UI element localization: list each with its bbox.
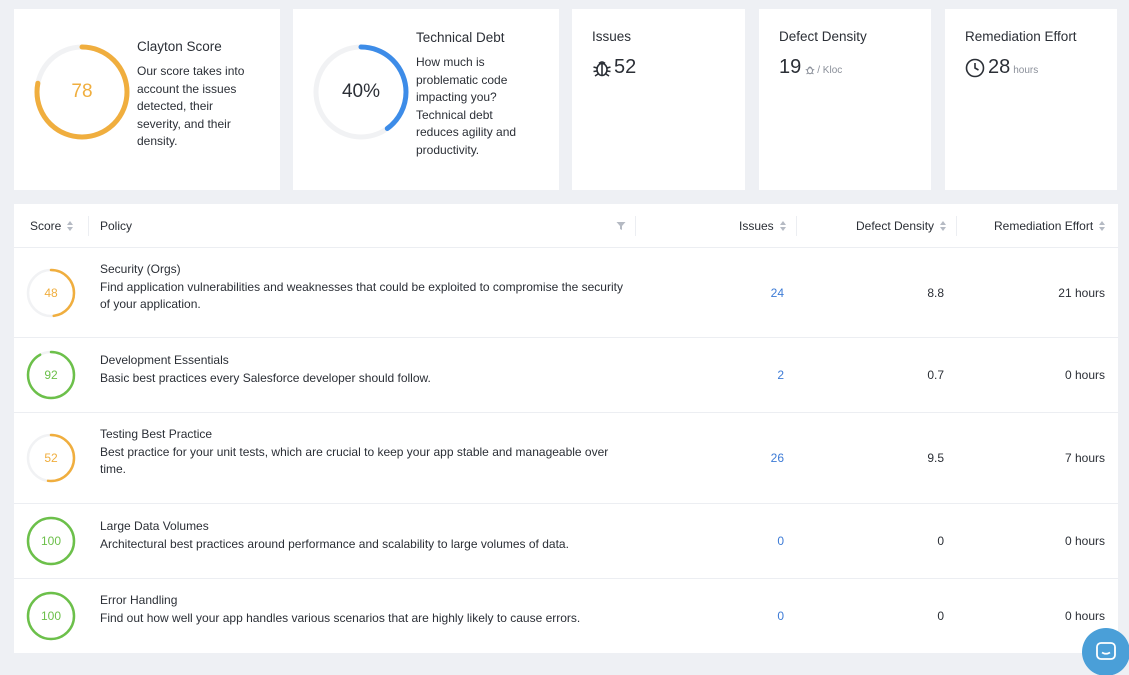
policy-name[interactable]: Testing Best Practice (100, 426, 630, 444)
clayton-score-description: Our score takes into account the issues … (137, 64, 245, 148)
issues-link[interactable]: 0 (777, 609, 784, 623)
issues-link[interactable]: 24 (771, 286, 784, 300)
policy-cell: Error Handling Find out how well your ap… (100, 592, 630, 627)
bug-icon (592, 58, 612, 78)
remediation-effort-cell: 0 hours (1064, 534, 1105, 548)
defect-density-title: Defect Density (779, 29, 867, 44)
column-divider (796, 216, 797, 236)
issues-link[interactable]: 26 (771, 451, 784, 465)
sort-icon[interactable] (67, 221, 74, 231)
issues-cell: 0 (714, 579, 784, 652)
table-header: Score Policy Issues Defect Density Remed… (14, 204, 1118, 248)
issues-value: 52 (614, 56, 637, 78)
policy-cell: Testing Best Practice Best practice for … (100, 426, 630, 479)
remediation-effort-cell: 0 hours (1064, 368, 1105, 382)
defect-density-card: Defect Density 19 / Kloc (759, 9, 931, 190)
score-ring: 92 (26, 350, 76, 400)
policy-cell: Development Essentials Basic best practi… (100, 352, 630, 387)
score-ring: 48 (26, 268, 76, 318)
policy-column-header[interactable]: Policy (100, 204, 132, 248)
policy-name[interactable]: Security (Orgs) (100, 261, 630, 279)
remediation-effort-card: Remediation Effort 28 hours (945, 9, 1117, 190)
clayton-score-ring: 78 (33, 43, 131, 141)
policy-table: Score Policy Issues Defect Density Remed… (14, 204, 1118, 653)
defect-density-cell: 0.7 (927, 368, 944, 382)
score-column-header[interactable]: Score (30, 204, 74, 248)
remediation-effort-title: Remediation Effort (965, 29, 1077, 44)
policy-description: Find out how well your app handles vario… (100, 610, 581, 625)
score-value: 48 (44, 286, 58, 300)
score-value: 52 (44, 451, 58, 465)
defect-density-column-header[interactable]: Defect Density (856, 204, 947, 248)
policy-description: Basic best practices every Salesforce de… (100, 370, 431, 385)
score-ring: 52 (26, 433, 76, 483)
policy-description: Find application vulnerabilities and wea… (100, 279, 623, 312)
remediation-effort-value: 28 (988, 56, 1011, 78)
score-ring: 100 (26, 516, 76, 566)
sort-icon[interactable] (1099, 221, 1106, 231)
clayton-score-title: Clayton Score (137, 39, 222, 54)
issues-cell: 0 (714, 504, 784, 578)
defect-density-value: 19 (779, 56, 802, 78)
policy-description: Architectural best practices around perf… (100, 536, 569, 551)
defect-density-header-label: Defect Density (856, 219, 935, 233)
remediation-effort-unit: hours (1013, 64, 1039, 76)
policy-name[interactable]: Error Handling (100, 592, 630, 610)
issues-cell: 24 (714, 248, 784, 337)
policy-description: Best practice for your unit tests, which… (100, 444, 609, 477)
table-row[interactable]: 52 Testing Best Practice Best practice f… (14, 413, 1118, 504)
chat-widget-button[interactable] (1082, 628, 1129, 675)
sort-icon[interactable] (940, 221, 947, 231)
score-value: 100 (40, 609, 62, 623)
issues-header-label: Issues (739, 219, 774, 233)
score-header-label: Score (30, 219, 62, 233)
defect-density-cell: 9.5 (927, 451, 944, 465)
policy-header-label: Policy (100, 219, 133, 233)
policy-name[interactable]: Development Essentials (100, 352, 630, 370)
column-divider (88, 216, 89, 236)
clock-icon (965, 58, 985, 78)
remediation-effort-cell: 21 hours (1058, 285, 1105, 300)
clayton-score-value: 78 (71, 81, 93, 102)
table-row[interactable]: 92 Development Essentials Basic best pra… (14, 338, 1118, 413)
issues-link[interactable]: 0 (777, 534, 784, 548)
defect-density-cell: 8.8 (927, 285, 944, 300)
column-divider (635, 216, 636, 236)
defect-density-cell: 0 (937, 534, 944, 548)
issues-cell: 26 (714, 413, 784, 503)
issues-column-header[interactable]: Issues (739, 204, 787, 248)
defect-density-unit: / Kloc (817, 64, 843, 76)
score-value: 92 (44, 368, 58, 382)
filter-icon[interactable] (616, 204, 626, 248)
clayton-score-card: 78 Clayton Score Our score takes into ac… (14, 9, 280, 190)
table-row[interactable]: 100 Large Data Volumes Architectural bes… (14, 504, 1118, 579)
technical-debt-ring: 40% (312, 43, 410, 141)
remediation-effort-header-label: Remediation Effort (994, 219, 1094, 233)
table-row[interactable]: 48 Security (Orgs) Find application vuln… (14, 248, 1118, 338)
remediation-effort-cell: 7 hours (1064, 451, 1105, 465)
technical-debt-value: 40% (341, 81, 381, 102)
policy-cell: Large Data Volumes Architectural best pr… (100, 518, 630, 553)
score-value: 100 (40, 534, 62, 548)
policy-cell: Security (Orgs) Find application vulnera… (100, 261, 630, 314)
chat-icon (1094, 640, 1118, 664)
table-row[interactable]: 100 Error Handling Find out how well you… (14, 579, 1118, 652)
bug-icon (805, 65, 815, 75)
issues-cell: 2 (714, 338, 784, 412)
column-divider (956, 216, 957, 236)
issues-card: Issues 52 (572, 9, 745, 190)
sort-icon[interactable] (779, 221, 787, 231)
issues-link[interactable]: 2 (777, 368, 784, 382)
score-ring: 100 (26, 591, 76, 641)
remediation-effort-column-header[interactable]: Remediation Effort (994, 204, 1106, 248)
defect-density-cell: 0 (937, 608, 944, 623)
technical-debt-card: 40% Technical Debt How much is problemat… (293, 9, 559, 190)
technical-debt-description: How much is problematic code impacting y… (416, 55, 517, 157)
policy-name[interactable]: Large Data Volumes (100, 518, 630, 536)
technical-debt-title: Technical Debt (416, 30, 505, 45)
issues-title: Issues (592, 29, 632, 44)
